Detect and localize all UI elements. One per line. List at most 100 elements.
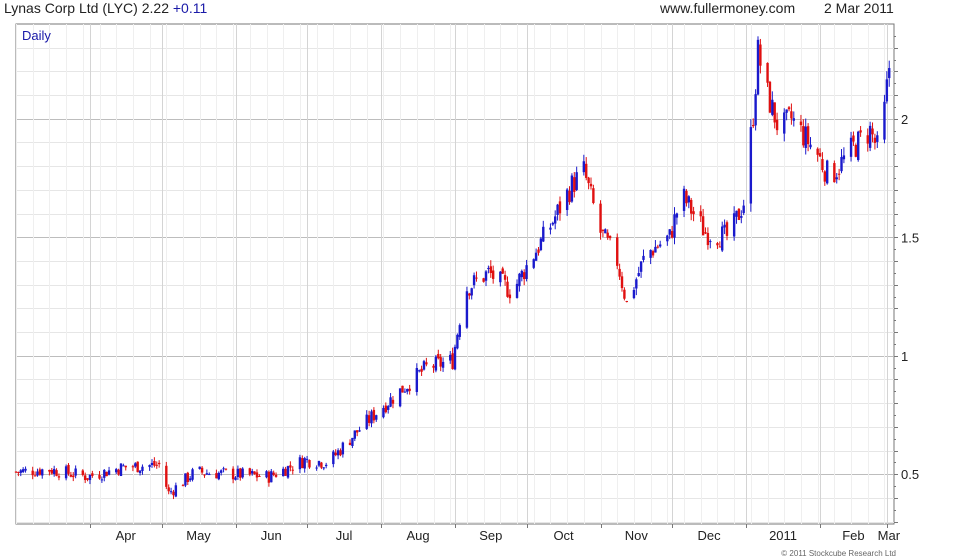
candle-body <box>270 471 273 483</box>
x-tick-label: 2011 <box>769 528 797 543</box>
candle-body <box>840 156 843 172</box>
candle-body <box>639 261 643 272</box>
candle-body <box>231 468 235 480</box>
candle-body <box>372 409 376 421</box>
candle-body <box>475 277 478 279</box>
candle-body <box>88 474 92 481</box>
candle-body <box>532 259 535 268</box>
candle-body <box>258 475 261 477</box>
candle-body <box>251 471 254 474</box>
candle-body <box>606 232 609 238</box>
candle-body <box>222 468 225 470</box>
candle-body <box>370 411 373 424</box>
candle-body <box>303 458 306 469</box>
candle-body <box>871 128 874 135</box>
candle-body <box>267 471 271 483</box>
candle-body <box>673 214 676 238</box>
candle-body <box>749 127 753 204</box>
candle-body <box>668 229 671 235</box>
candle-body <box>320 462 323 468</box>
candle-body <box>556 204 559 215</box>
y-tick-label: 1.5 <box>901 230 919 245</box>
candle-body <box>200 467 204 473</box>
candle-body <box>637 273 640 277</box>
candle-body <box>100 479 104 481</box>
candle-body <box>83 475 87 481</box>
candle-body <box>737 208 741 220</box>
candle-body <box>849 137 853 157</box>
candle-body <box>635 279 638 289</box>
candle-body <box>775 119 779 131</box>
candle-body <box>534 252 538 261</box>
candle-body <box>86 478 89 480</box>
candle-body <box>623 289 626 299</box>
candle-body <box>752 124 755 127</box>
candle-body <box>539 238 543 251</box>
candle-body <box>632 289 636 299</box>
candle-body <box>367 415 371 423</box>
candle-body <box>565 189 569 211</box>
candle-body <box>771 99 774 115</box>
candle-body <box>33 475 37 477</box>
candle-body <box>341 442 345 455</box>
candle-body <box>806 126 810 145</box>
candle-body <box>119 463 123 477</box>
candle-body <box>787 107 791 110</box>
x-tick-label: Sep <box>479 528 502 543</box>
candle-body <box>339 450 342 456</box>
candle-body <box>852 135 855 142</box>
candle-body <box>866 135 869 144</box>
candle-body <box>868 125 872 148</box>
candle-body <box>773 102 776 123</box>
candle-body <box>69 474 73 477</box>
candle-body <box>654 246 657 253</box>
candle-body <box>224 468 228 470</box>
candle-body <box>883 101 886 140</box>
candle-body <box>248 468 252 475</box>
candle-body <box>324 464 328 467</box>
candle-body <box>601 229 605 231</box>
price-chart: Apr May Jun Jul Aug Sep Oct Nov Dec 2011 Feb Mar 0.5… <box>14 23 919 543</box>
candle-body <box>136 461 139 473</box>
candle-body <box>449 354 452 361</box>
candle-body <box>859 130 862 133</box>
candle-body <box>554 216 557 224</box>
candle-body <box>41 469 44 476</box>
candle-body <box>658 244 662 247</box>
candle-body <box>21 469 25 473</box>
candle-body <box>470 288 473 296</box>
candle-body <box>365 414 368 429</box>
candle-body <box>74 468 77 476</box>
candle-body <box>131 466 135 468</box>
candle-body <box>742 205 745 214</box>
candle-body <box>353 430 356 439</box>
candle-body <box>272 472 275 475</box>
candle-body <box>453 346 457 370</box>
candle-body <box>157 462 161 465</box>
candle-body <box>19 470 22 473</box>
x-tick-label: Nov <box>625 528 649 543</box>
candle-body <box>718 246 722 248</box>
candle-body <box>537 249 540 253</box>
candle-body <box>336 450 340 456</box>
candle-body <box>186 472 189 482</box>
candle-body <box>148 464 151 468</box>
candle-body <box>334 452 337 456</box>
candle-body <box>732 213 736 237</box>
candle-body <box>468 293 471 296</box>
candle-body <box>766 62 769 83</box>
candle-body <box>351 437 354 446</box>
candle-body <box>322 467 325 469</box>
candle-body <box>785 109 788 113</box>
x-tick-label: Jul <box>336 528 353 543</box>
candle-body <box>520 270 524 278</box>
candle-body <box>692 211 695 215</box>
candle-body <box>465 291 469 328</box>
candle-body <box>599 203 602 233</box>
candle-body <box>236 468 240 477</box>
candle-body <box>620 276 624 289</box>
candle-body <box>802 126 805 146</box>
candle-body <box>701 216 705 236</box>
candle-body <box>265 471 268 478</box>
candle-body <box>107 470 111 475</box>
